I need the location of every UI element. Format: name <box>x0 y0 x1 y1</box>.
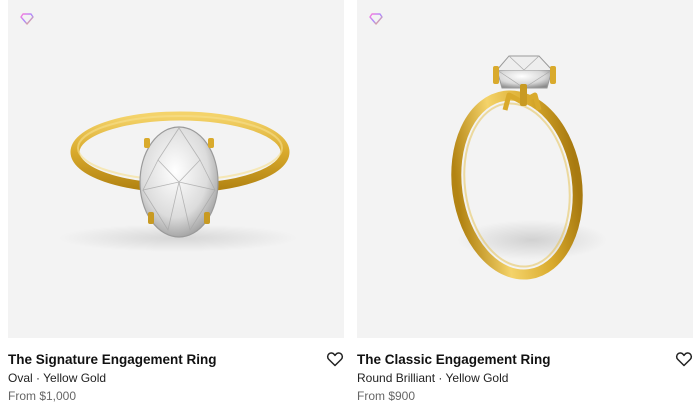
product-card[interactable]: The Classic Engagement Ring Round Brilli… <box>357 0 693 408</box>
product-image[interactable] <box>357 0 693 338</box>
heart-icon[interactable] <box>675 350 693 368</box>
product-subtitle: Round Brilliant · Yellow Gold <box>357 371 509 385</box>
product-grid: The Signature Engagement Ring Oval · Yel… <box>0 0 700 408</box>
product-info: The Signature Engagement Ring Oval · Yel… <box>8 338 344 404</box>
product-title[interactable]: The Classic Engagement Ring <box>357 352 693 368</box>
product-info: The Classic Engagement Ring Round Brilli… <box>357 338 693 404</box>
product-image[interactable] <box>8 0 344 338</box>
heart-icon[interactable] <box>326 350 344 368</box>
product-title[interactable]: The Signature Engagement Ring <box>8 352 344 368</box>
product-subtitle: Oval · Yellow Gold <box>8 371 107 385</box>
product-card[interactable]: The Signature Engagement Ring Oval · Yel… <box>8 0 344 408</box>
product-price: From $1,000 <box>8 389 77 403</box>
oval-ring-image <box>58 111 298 252</box>
product-price: From $900 <box>357 389 416 403</box>
round-ring-image <box>451 55 607 280</box>
